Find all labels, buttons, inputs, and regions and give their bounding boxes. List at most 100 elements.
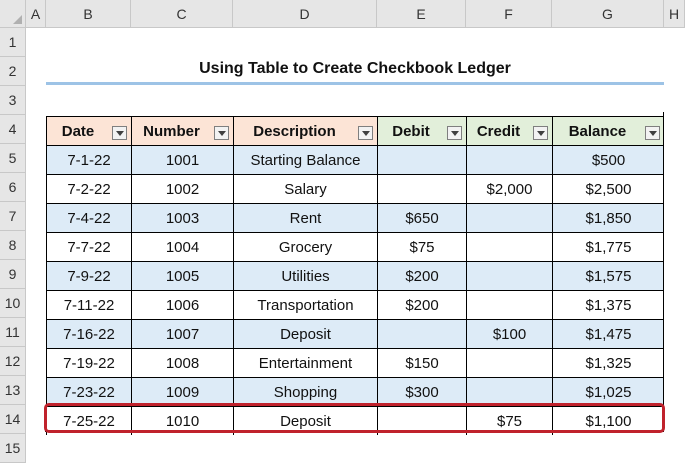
table-cell-credit[interactable]: [466, 377, 552, 406]
row-header-2[interactable]: 2: [0, 57, 26, 86]
table-cell-debit[interactable]: $150: [377, 348, 466, 377]
filter-dropdown-icon[interactable]: [645, 126, 660, 140]
row-header-8[interactable]: 8: [0, 231, 26, 260]
table-header-balance[interactable]: Balance: [552, 116, 664, 145]
table-cell-balance[interactable]: $1,775: [552, 232, 664, 261]
filter-dropdown-icon[interactable]: [447, 126, 462, 140]
table-header-label: Credit: [476, 122, 521, 140]
table-cell-debit[interactable]: [377, 145, 466, 174]
table-cell-credit[interactable]: [466, 261, 552, 290]
table-cell-credit[interactable]: [466, 290, 552, 319]
table-cell-description[interactable]: Entertainment: [233, 348, 377, 377]
table-cell-credit[interactable]: [466, 348, 552, 377]
table-cell-credit[interactable]: [466, 232, 552, 261]
table-cell-description[interactable]: Grocery: [233, 232, 377, 261]
chevron-down-icon: [648, 130, 657, 136]
table-cell-description[interactable]: Starting Balance: [233, 145, 377, 174]
table-header-label: Description: [253, 122, 336, 140]
table-cell-description[interactable]: Utilities: [233, 261, 377, 290]
table-cell-balance[interactable]: $1,575: [552, 261, 664, 290]
table-cell-description[interactable]: Rent: [233, 203, 377, 232]
row-header-5[interactable]: 5: [0, 144, 26, 173]
table-cell-date[interactable]: 7-1-22: [46, 145, 131, 174]
table-header-label: Debit: [392, 122, 430, 140]
chevron-down-icon: [536, 130, 545, 136]
table-header-description[interactable]: Description: [233, 116, 377, 145]
row-header-6[interactable]: 6: [0, 173, 26, 202]
table-cell-date[interactable]: 7-11-22: [46, 290, 131, 319]
table-cell-number[interactable]: 1004: [131, 232, 233, 261]
column-header-d[interactable]: D: [233, 0, 377, 28]
table-header-debit[interactable]: Debit: [377, 116, 466, 145]
table-cell-debit[interactable]: $75: [377, 232, 466, 261]
table-cell-number[interactable]: 1002: [131, 174, 233, 203]
table-cell-date[interactable]: 7-4-22: [46, 203, 131, 232]
table-cell-date[interactable]: 7-23-22: [46, 377, 131, 406]
table-header-label: Balance: [568, 122, 627, 140]
table-cell-balance[interactable]: $1,850: [552, 203, 664, 232]
table-cell-debit[interactable]: [377, 319, 466, 348]
table-cell-credit[interactable]: $2,000: [466, 174, 552, 203]
table-cell-debit[interactable]: $300: [377, 377, 466, 406]
row-header-13[interactable]: 13: [0, 376, 26, 405]
column-header-h[interactable]: H: [664, 0, 685, 28]
table-cell-number[interactable]: 1006: [131, 290, 233, 319]
table-cell-date[interactable]: 7-9-22: [46, 261, 131, 290]
table-header-label: Date: [61, 122, 95, 140]
table-cell-number[interactable]: 1007: [131, 319, 233, 348]
row-header-9[interactable]: 9: [0, 260, 26, 289]
column-header-e[interactable]: E: [377, 0, 466, 28]
table-cell-balance[interactable]: $2,500: [552, 174, 664, 203]
column-header-f[interactable]: F: [466, 0, 552, 28]
table-header-date[interactable]: Date: [46, 116, 131, 145]
table-cell-credit[interactable]: [466, 145, 552, 174]
table-cell-number[interactable]: 1008: [131, 348, 233, 377]
table-cell-date[interactable]: 7-2-22: [46, 174, 131, 203]
filter-dropdown-icon[interactable]: [358, 126, 373, 140]
row-header-10[interactable]: 10: [0, 289, 26, 318]
table-cell-balance[interactable]: $500: [552, 145, 664, 174]
row-header-11[interactable]: 11: [0, 318, 26, 347]
table-cell-balance[interactable]: $1,325: [552, 348, 664, 377]
table-cell-debit[interactable]: $200: [377, 261, 466, 290]
filter-dropdown-icon[interactable]: [112, 126, 127, 140]
table-cell-debit[interactable]: $650: [377, 203, 466, 232]
table-cell-description[interactable]: Transportation: [233, 290, 377, 319]
table-cell-credit[interactable]: $100: [466, 319, 552, 348]
table-cell-date[interactable]: 7-16-22: [46, 319, 131, 348]
table-header-credit[interactable]: Credit: [466, 116, 552, 145]
row-header-15[interactable]: 15: [0, 434, 26, 463]
table-cell-debit[interactable]: $200: [377, 290, 466, 319]
select-all-corner[interactable]: [0, 0, 26, 28]
row-header-7[interactable]: 7: [0, 202, 26, 231]
column-header-b[interactable]: B: [46, 0, 131, 28]
table-cell-number[interactable]: 1005: [131, 261, 233, 290]
column-header-a[interactable]: A: [26, 0, 46, 28]
table-cell-description[interactable]: Deposit: [233, 319, 377, 348]
table-cell-number[interactable]: 1001: [131, 145, 233, 174]
row-header-4[interactable]: 4: [0, 115, 26, 144]
row-header-3[interactable]: 3: [0, 86, 26, 115]
table-cell-balance[interactable]: $1,475: [552, 319, 664, 348]
table-cell-number[interactable]: 1009: [131, 377, 233, 406]
table-cell-date[interactable]: 7-7-22: [46, 232, 131, 261]
table-cell-credit[interactable]: [466, 203, 552, 232]
filter-dropdown-icon[interactable]: [214, 126, 229, 140]
sheet-title: Using Table to Create Checkbook Ledger: [199, 60, 511, 77]
table-header-number[interactable]: Number: [131, 116, 233, 145]
row-header-12[interactable]: 12: [0, 347, 26, 376]
table-cell-description[interactable]: Salary: [233, 174, 377, 203]
filter-dropdown-icon[interactable]: [533, 126, 548, 140]
table-cell-number[interactable]: 1003: [131, 203, 233, 232]
table-cell-description[interactable]: Shopping: [233, 377, 377, 406]
table-cell-balance[interactable]: $1,375: [552, 290, 664, 319]
column-header-g[interactable]: G: [552, 0, 664, 28]
select-all-triangle-icon: [13, 15, 22, 24]
row-header-1[interactable]: 1: [0, 28, 26, 57]
table-cell-debit[interactable]: [377, 174, 466, 203]
row-header-14[interactable]: 14: [0, 405, 26, 434]
table-cell-balance[interactable]: $1,025: [552, 377, 664, 406]
table-right-border: [663, 112, 664, 432]
column-header-c[interactable]: C: [131, 0, 233, 28]
table-cell-date[interactable]: 7-19-22: [46, 348, 131, 377]
